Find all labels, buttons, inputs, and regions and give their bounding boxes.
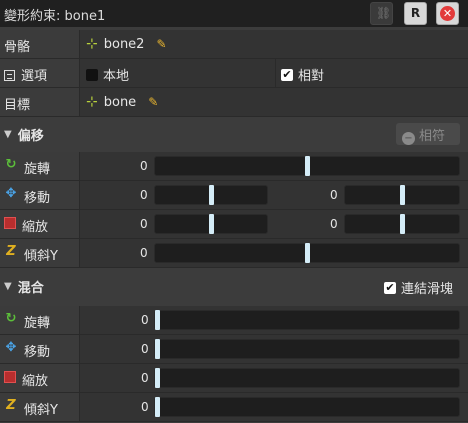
r-toggle-button[interactable]: R — [404, 2, 427, 25]
translate-icon: ✥ — [5, 186, 17, 201]
mix-shear-value[interactable]: 0 — [141, 400, 149, 414]
bone-row: 骨骼 ⊹ bone2 ✎ — [0, 30, 468, 59]
mix-translate-knob[interactable] — [155, 339, 160, 359]
offset-translate-label: 移動 — [24, 191, 51, 206]
target-pencil-icon[interactable]: ✎ — [148, 95, 158, 109]
pencil-icon[interactable]: ✎ — [156, 37, 166, 51]
offset-rotate-label: 旋轉 — [24, 162, 51, 177]
target-label: 目標 — [0, 88, 80, 116]
offset-translate-row: ✥ 移動 0 0 — [0, 181, 468, 210]
offset-shear-knob[interactable] — [305, 243, 310, 263]
close-icon: ✕ — [440, 6, 455, 21]
mix-collapse-triangle-icon[interactable]: ▼ — [4, 281, 12, 292]
close-button[interactable]: ✕ — [436, 2, 459, 25]
mix-shear-knob[interactable] — [155, 397, 160, 417]
offset-section-header[interactable]: ▼ 偏移 − 相符 — [0, 120, 468, 148]
offset-translate-x-knob[interactable] — [209, 185, 214, 205]
options-label-cell: 選項 — [0, 59, 80, 87]
minus-circle-icon: − — [402, 132, 415, 145]
offset-scale-x-knob[interactable] — [209, 214, 214, 234]
options-label: 選項 — [21, 69, 48, 84]
mix-shear-icon: Z — [6, 398, 16, 413]
mix-rotate-row: ↻ 旋轉 0 — [0, 306, 468, 335]
list-icon — [4, 70, 15, 81]
mix-translate-slider[interactable] — [154, 339, 460, 359]
offset-translate-y-value[interactable]: 0 — [330, 188, 338, 202]
offset-rotate-row: ↻ 旋轉 0 — [0, 152, 468, 181]
match-button[interactable]: − 相符 — [396, 123, 460, 145]
link-icon: ⛓ — [376, 6, 392, 20]
offset-translate-y-knob[interactable] — [400, 185, 405, 205]
target-row: 目標 ⊹ bone ✎ — [0, 88, 468, 117]
bone-label: 骨骼 — [0, 30, 80, 58]
offset-scale-row: 縮放 0 0 — [0, 210, 468, 239]
mix-scale-icon — [4, 371, 16, 383]
offset-scale-x-value[interactable]: 0 — [140, 217, 148, 231]
local-checkbox[interactable] — [86, 68, 98, 81]
scale-icon — [4, 217, 16, 229]
title-bar: 變形約束: bone1 ⛓ R ✕ — [0, 0, 468, 27]
mix-title: 混合 — [17, 281, 44, 296]
mix-translate-label: 移動 — [24, 345, 51, 360]
mix-rotate-value[interactable]: 0 — [141, 313, 149, 327]
offset-scale-x-slider[interactable] — [154, 214, 268, 234]
mix-rotate-slider[interactable] — [154, 310, 460, 330]
local-label: 本地 — [103, 69, 130, 84]
mix-shear-label: 傾斜Y — [24, 403, 58, 418]
mix-rotate-icon: ↻ — [5, 311, 17, 326]
shear-icon: Z — [6, 244, 16, 259]
target-value[interactable]: bone — [104, 95, 136, 110]
mix-translate-value[interactable]: 0 — [141, 342, 149, 356]
offset-shear-value[interactable]: 0 — [140, 246, 148, 260]
chain-sliders-toggle[interactable]: ✔ 連結滑塊 — [384, 278, 453, 297]
offset-scale-y-knob[interactable] — [400, 214, 405, 234]
chain-checkbox[interactable]: ✔ — [384, 281, 396, 294]
offset-rotate-value[interactable]: 0 — [140, 159, 148, 173]
rotate-icon: ↻ — [5, 157, 17, 172]
mix-scale-slider[interactable] — [154, 368, 460, 388]
options-divider — [275, 59, 276, 87]
offset-title: 偏移 — [17, 129, 44, 144]
offset-shear-slider[interactable] — [154, 243, 460, 263]
mix-scale-knob[interactable] — [155, 368, 160, 388]
options-row: 選項 本地 ✔ 相對 — [0, 59, 468, 88]
mix-translate-icon: ✥ — [5, 340, 17, 355]
offset-rotate-slider[interactable] — [154, 156, 460, 176]
window-title: 變形約束: bone1 — [4, 9, 106, 24]
offset-scale-label: 縮放 — [22, 220, 49, 235]
bone-icon: ⊹ — [86, 36, 98, 52]
offset-scale-y-slider[interactable] — [344, 214, 460, 234]
offset-shear-row: Z 傾斜Y 0 — [0, 239, 468, 268]
bone-value[interactable]: bone2 — [104, 37, 145, 52]
bone-link-button[interactable]: ⛓ — [370, 2, 393, 25]
mix-scale-value[interactable]: 0 — [141, 371, 149, 385]
offset-scale-y-value[interactable]: 0 — [330, 217, 338, 231]
offset-shear-label: 傾斜Y — [24, 249, 58, 264]
mix-scale-label: 縮放 — [22, 374, 49, 389]
target-bone-icon: ⊹ — [86, 94, 98, 110]
relative-checkbox[interactable]: ✔ — [281, 68, 293, 81]
chain-label: 連結滑塊 — [401, 282, 454, 297]
collapse-triangle-icon[interactable]: ▼ — [4, 129, 12, 140]
mix-rotate-label: 旋轉 — [24, 316, 51, 331]
mix-section-header[interactable]: ▼ 混合 ✔ 連結滑塊 — [0, 272, 468, 300]
mix-scale-row: 縮放 0 — [0, 364, 468, 393]
offset-translate-x-slider[interactable] — [154, 185, 268, 205]
offset-translate-y-slider[interactable] — [344, 185, 460, 205]
mix-shear-row: Z 傾斜Y 0 — [0, 393, 468, 422]
mix-rotate-knob[interactable] — [155, 310, 160, 330]
match-button-label: 相符 — [419, 129, 446, 144]
mix-translate-row: ✥ 移動 0 — [0, 335, 468, 364]
mix-shear-slider[interactable] — [154, 397, 460, 417]
offset-rotate-knob[interactable] — [305, 156, 310, 176]
offset-translate-x-value[interactable]: 0 — [140, 188, 148, 202]
relative-label: 相對 — [298, 69, 325, 84]
